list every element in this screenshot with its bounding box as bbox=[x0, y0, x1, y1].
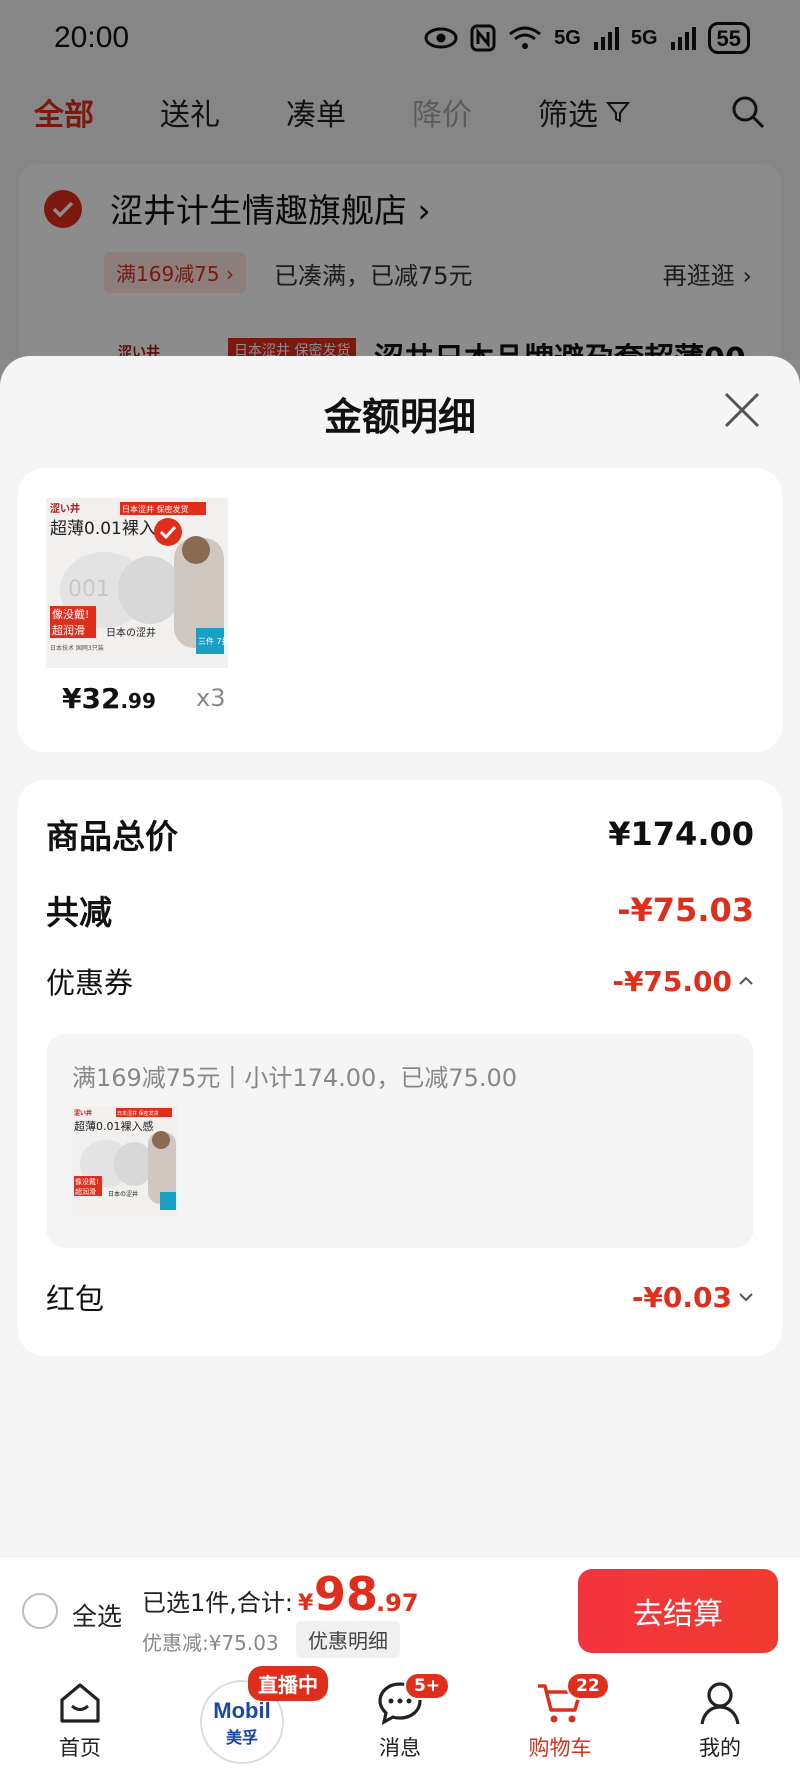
thumb-tag2: 超润滑 bbox=[75, 1187, 96, 1196]
checkout-button[interactable]: 去结算 bbox=[578, 1569, 778, 1653]
checkout-bar: 全选 已选1件,合计: ¥ 98 .97 优惠减:¥75.03 优惠明细 去结算 bbox=[0, 1556, 800, 1666]
price-summary-card: 商品总价 ¥174.00 共减 -¥75.03 优惠券 -¥75.00 满169… bbox=[18, 780, 782, 1356]
amount-detail-sheet: 金额明细 涩い井 日本涩井 保密发货 超薄0.01裸入感 001 像没戴! 超润… bbox=[0, 356, 800, 1556]
discount-detail-button[interactable]: 优惠明细 bbox=[296, 1621, 400, 1658]
nav-cart-label: 购物车 bbox=[528, 1736, 592, 1760]
product-price: ¥32.99 bbox=[62, 682, 156, 715]
coupon-detail-box: 满169减75元丨小计174.00，已减75.00 涩い井 日本涩井 保密发货 … bbox=[46, 1034, 754, 1248]
thumb-logo: 涩い井 bbox=[74, 1109, 92, 1117]
coupon-value: -¥75.00 bbox=[612, 964, 732, 998]
background-page: 20:00 5G 5G 55 全部 送礼 凑单 降价 筛选 涩井计生情趣旗舰店 … bbox=[0, 0, 800, 377]
image-tag2: 超润滑 bbox=[52, 623, 85, 637]
image-brand: 日本の涩井 bbox=[106, 626, 156, 639]
mobil-label: 美孚 bbox=[225, 1728, 258, 1747]
total-reduction-value: -¥75.03 bbox=[617, 891, 754, 929]
redpacket-value-wrap: -¥0.03 bbox=[632, 1281, 754, 1314]
product-card: 涩い井 日本涩井 保密发货 超薄0.01裸入感 001 像没戴! 超润滑 日本技… bbox=[18, 468, 782, 752]
coupon-value-wrap: -¥75.00 bbox=[612, 965, 754, 998]
total-reduction-row: 共减 -¥75.03 bbox=[46, 886, 754, 934]
nav-home[interactable]: 首页 bbox=[20, 1680, 140, 1762]
total-currency: ¥ bbox=[298, 1591, 314, 1616]
image-tag3: 日本技术 国网3只装 bbox=[50, 644, 104, 652]
thumb-brand: 日本の涩井 bbox=[108, 1190, 138, 1198]
nav-messages-label: 消息 bbox=[379, 1736, 421, 1760]
thumb-badge: 日本涩井 保密发货 bbox=[117, 1110, 159, 1117]
nav-profile[interactable]: 我的 bbox=[660, 1680, 780, 1762]
total-price-row: 商品总价 ¥174.00 bbox=[46, 810, 754, 858]
image-logo: 涩い井 bbox=[50, 502, 80, 515]
profile-icon bbox=[700, 1682, 740, 1725]
live-badge: 直播中 bbox=[248, 1666, 328, 1701]
discount-text: 优惠减:¥75.03 bbox=[142, 1631, 279, 1655]
sheet-title: 金额明细 bbox=[323, 395, 476, 439]
image-promo: 三件 7折 bbox=[198, 636, 228, 646]
product-quantity: x3 bbox=[196, 684, 226, 712]
nav-messages[interactable]: 消息 5+ bbox=[340, 1672, 460, 1762]
product-price-int: ¥32 bbox=[62, 682, 121, 715]
redpacket-row[interactable]: 红包 -¥0.03 bbox=[46, 1276, 754, 1318]
thumb-headline: 超薄0.01裸入感 bbox=[74, 1119, 154, 1133]
nav-profile-label: 我的 bbox=[699, 1736, 741, 1760]
close-icon[interactable] bbox=[720, 388, 764, 432]
nav-cart[interactable]: 购物车 22 bbox=[500, 1672, 620, 1762]
select-all-checkbox[interactable] bbox=[22, 1593, 58, 1629]
select-all-label[interactable]: 全选 bbox=[72, 1597, 122, 1633]
bottom-nav: 首页 Mobil 美孚 直播中 消息 5+ 购物车 22 我的 bbox=[0, 1666, 800, 1777]
nav-home-label: 首页 bbox=[59, 1736, 101, 1760]
total-reduction-label: 共减 bbox=[46, 893, 112, 932]
image-badge: 日本涩井 保密发货 bbox=[122, 504, 189, 514]
coupon-row[interactable]: 优惠券 -¥75.00 bbox=[46, 960, 754, 1002]
chevron-up-icon[interactable] bbox=[738, 976, 754, 986]
product-image[interactable]: 涩い井 日本涩井 保密发货 超薄0.01裸入感 001 像没戴! 超润滑 日本技… bbox=[46, 498, 228, 668]
messages-badge: 5+ bbox=[404, 1672, 451, 1700]
total-price-label: 商品总价 bbox=[46, 817, 178, 856]
dim-overlay[interactable] bbox=[0, 0, 800, 360]
total-price-value: ¥174.00 bbox=[608, 815, 754, 853]
coupon-label: 优惠券 bbox=[46, 966, 134, 1000]
coupon-product-thumbnail: 涩い井 日本涩井 保密发货 超薄0.01裸入感 像没戴! 超润滑 日本の涩井 bbox=[72, 1106, 178, 1216]
home-icon bbox=[60, 1683, 100, 1723]
selected-count-text: 已选1件,合计: bbox=[142, 1589, 293, 1617]
product-price-dec: .99 bbox=[120, 689, 156, 713]
redpacket-label: 红包 bbox=[46, 1282, 105, 1316]
redpacket-value: -¥0.03 bbox=[631, 1280, 732, 1314]
image-box-text: 001 bbox=[68, 577, 110, 602]
chevron-down-icon[interactable] bbox=[738, 1292, 754, 1302]
total-amount-int: 98 bbox=[314, 1567, 379, 1621]
image-tag1: 像没戴! bbox=[52, 607, 89, 621]
mobil-logo-text: Mobil bbox=[213, 1698, 271, 1723]
coupon-detail-text: 满169减75元丨小计174.00，已减75.00 bbox=[72, 1064, 518, 1092]
total-amount-dec: .97 bbox=[376, 1589, 419, 1617]
thumb-tag1: 像没戴! bbox=[75, 1177, 99, 1186]
cart-badge: 22 bbox=[566, 1672, 610, 1700]
